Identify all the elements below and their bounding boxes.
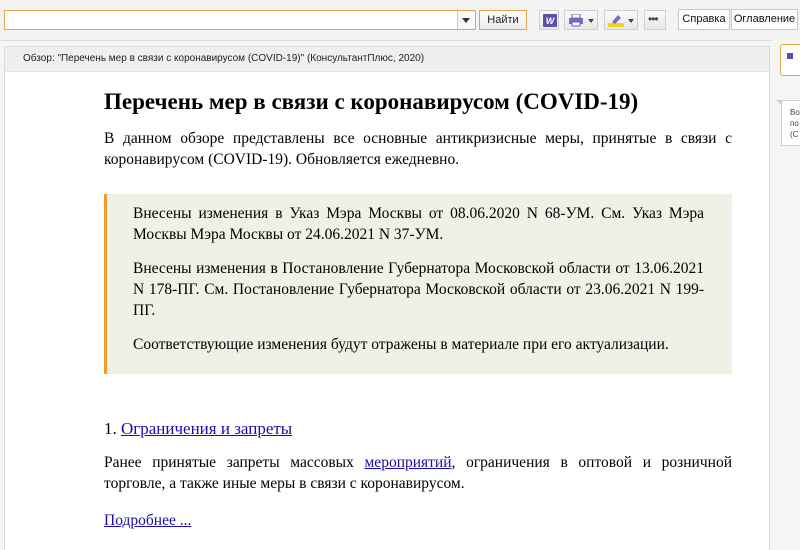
highlight-button[interactable] — [604, 10, 638, 30]
toc-button[interactable]: Оглавление — [731, 9, 798, 30]
tooltip-text: Во по (С — [790, 108, 800, 139]
document-header: Обзор: "Перечень мер в связи с коронавир… — [5, 47, 769, 72]
section-heading: 1. Ограничения и запреты — [104, 418, 732, 440]
toolbar: Найти W ••• Справка Оглавление — [0, 0, 800, 41]
document-content: Перечень мер в связи с коронавирусом (CO… — [104, 71, 732, 531]
more-button[interactable]: ••• — [644, 10, 666, 30]
document-view: Обзор: "Перечень мер в связи с коронавир… — [4, 46, 770, 550]
chevron-down-icon — [588, 19, 594, 23]
word-export-button[interactable]: W — [539, 10, 559, 30]
bookmark-icon — [787, 53, 793, 59]
chevron-down-icon — [628, 19, 634, 23]
page-title: Перечень мер в связи с коронавирусом (CO… — [104, 89, 639, 114]
find-button[interactable]: Найти — [479, 10, 527, 30]
notice-paragraph: Соответствующие изменения будут отражены… — [133, 336, 669, 353]
more-row: Подробнее ... — [104, 510, 732, 531]
section-title-link[interactable]: Ограничения и запреты — [121, 419, 292, 438]
notice-paragraph: Внесены изменения в Указ Мэра Москвы от … — [133, 205, 704, 243]
search-input[interactable] — [5, 11, 463, 29]
search-box[interactable] — [4, 10, 476, 30]
section-text: Ранее принятые запреты массовых — [104, 454, 365, 471]
help-button[interactable]: Справка — [678, 9, 730, 30]
more-icon: ••• — [648, 12, 659, 26]
more-link[interactable]: Подробнее ... — [104, 512, 191, 529]
intro-paragraph: В данном обзоре представлены все основны… — [104, 130, 732, 168]
printer-icon — [569, 14, 583, 27]
right-side-panel: Во по (С — [772, 40, 800, 550]
side-panel-tab[interactable] — [780, 44, 800, 76]
chevron-down-icon[interactable] — [457, 11, 475, 29]
word-icon: W — [543, 14, 557, 27]
document-source-title: Обзор: "Перечень мер в связи с коронавир… — [23, 53, 425, 64]
section-number: 1. — [104, 419, 121, 438]
highlighter-icon — [608, 15, 624, 27]
print-button[interactable] — [564, 10, 598, 30]
update-notice: Внесены изменения в Указ Мэра Москвы от … — [104, 194, 732, 374]
events-link[interactable]: мероприятий — [365, 454, 452, 471]
side-tooltip: Во по (С — [776, 100, 800, 146]
notice-paragraph: Внесены изменения в Постановление Губерн… — [133, 260, 704, 319]
section-summary: Ранее принятые запреты массовых мероприя… — [104, 452, 732, 494]
